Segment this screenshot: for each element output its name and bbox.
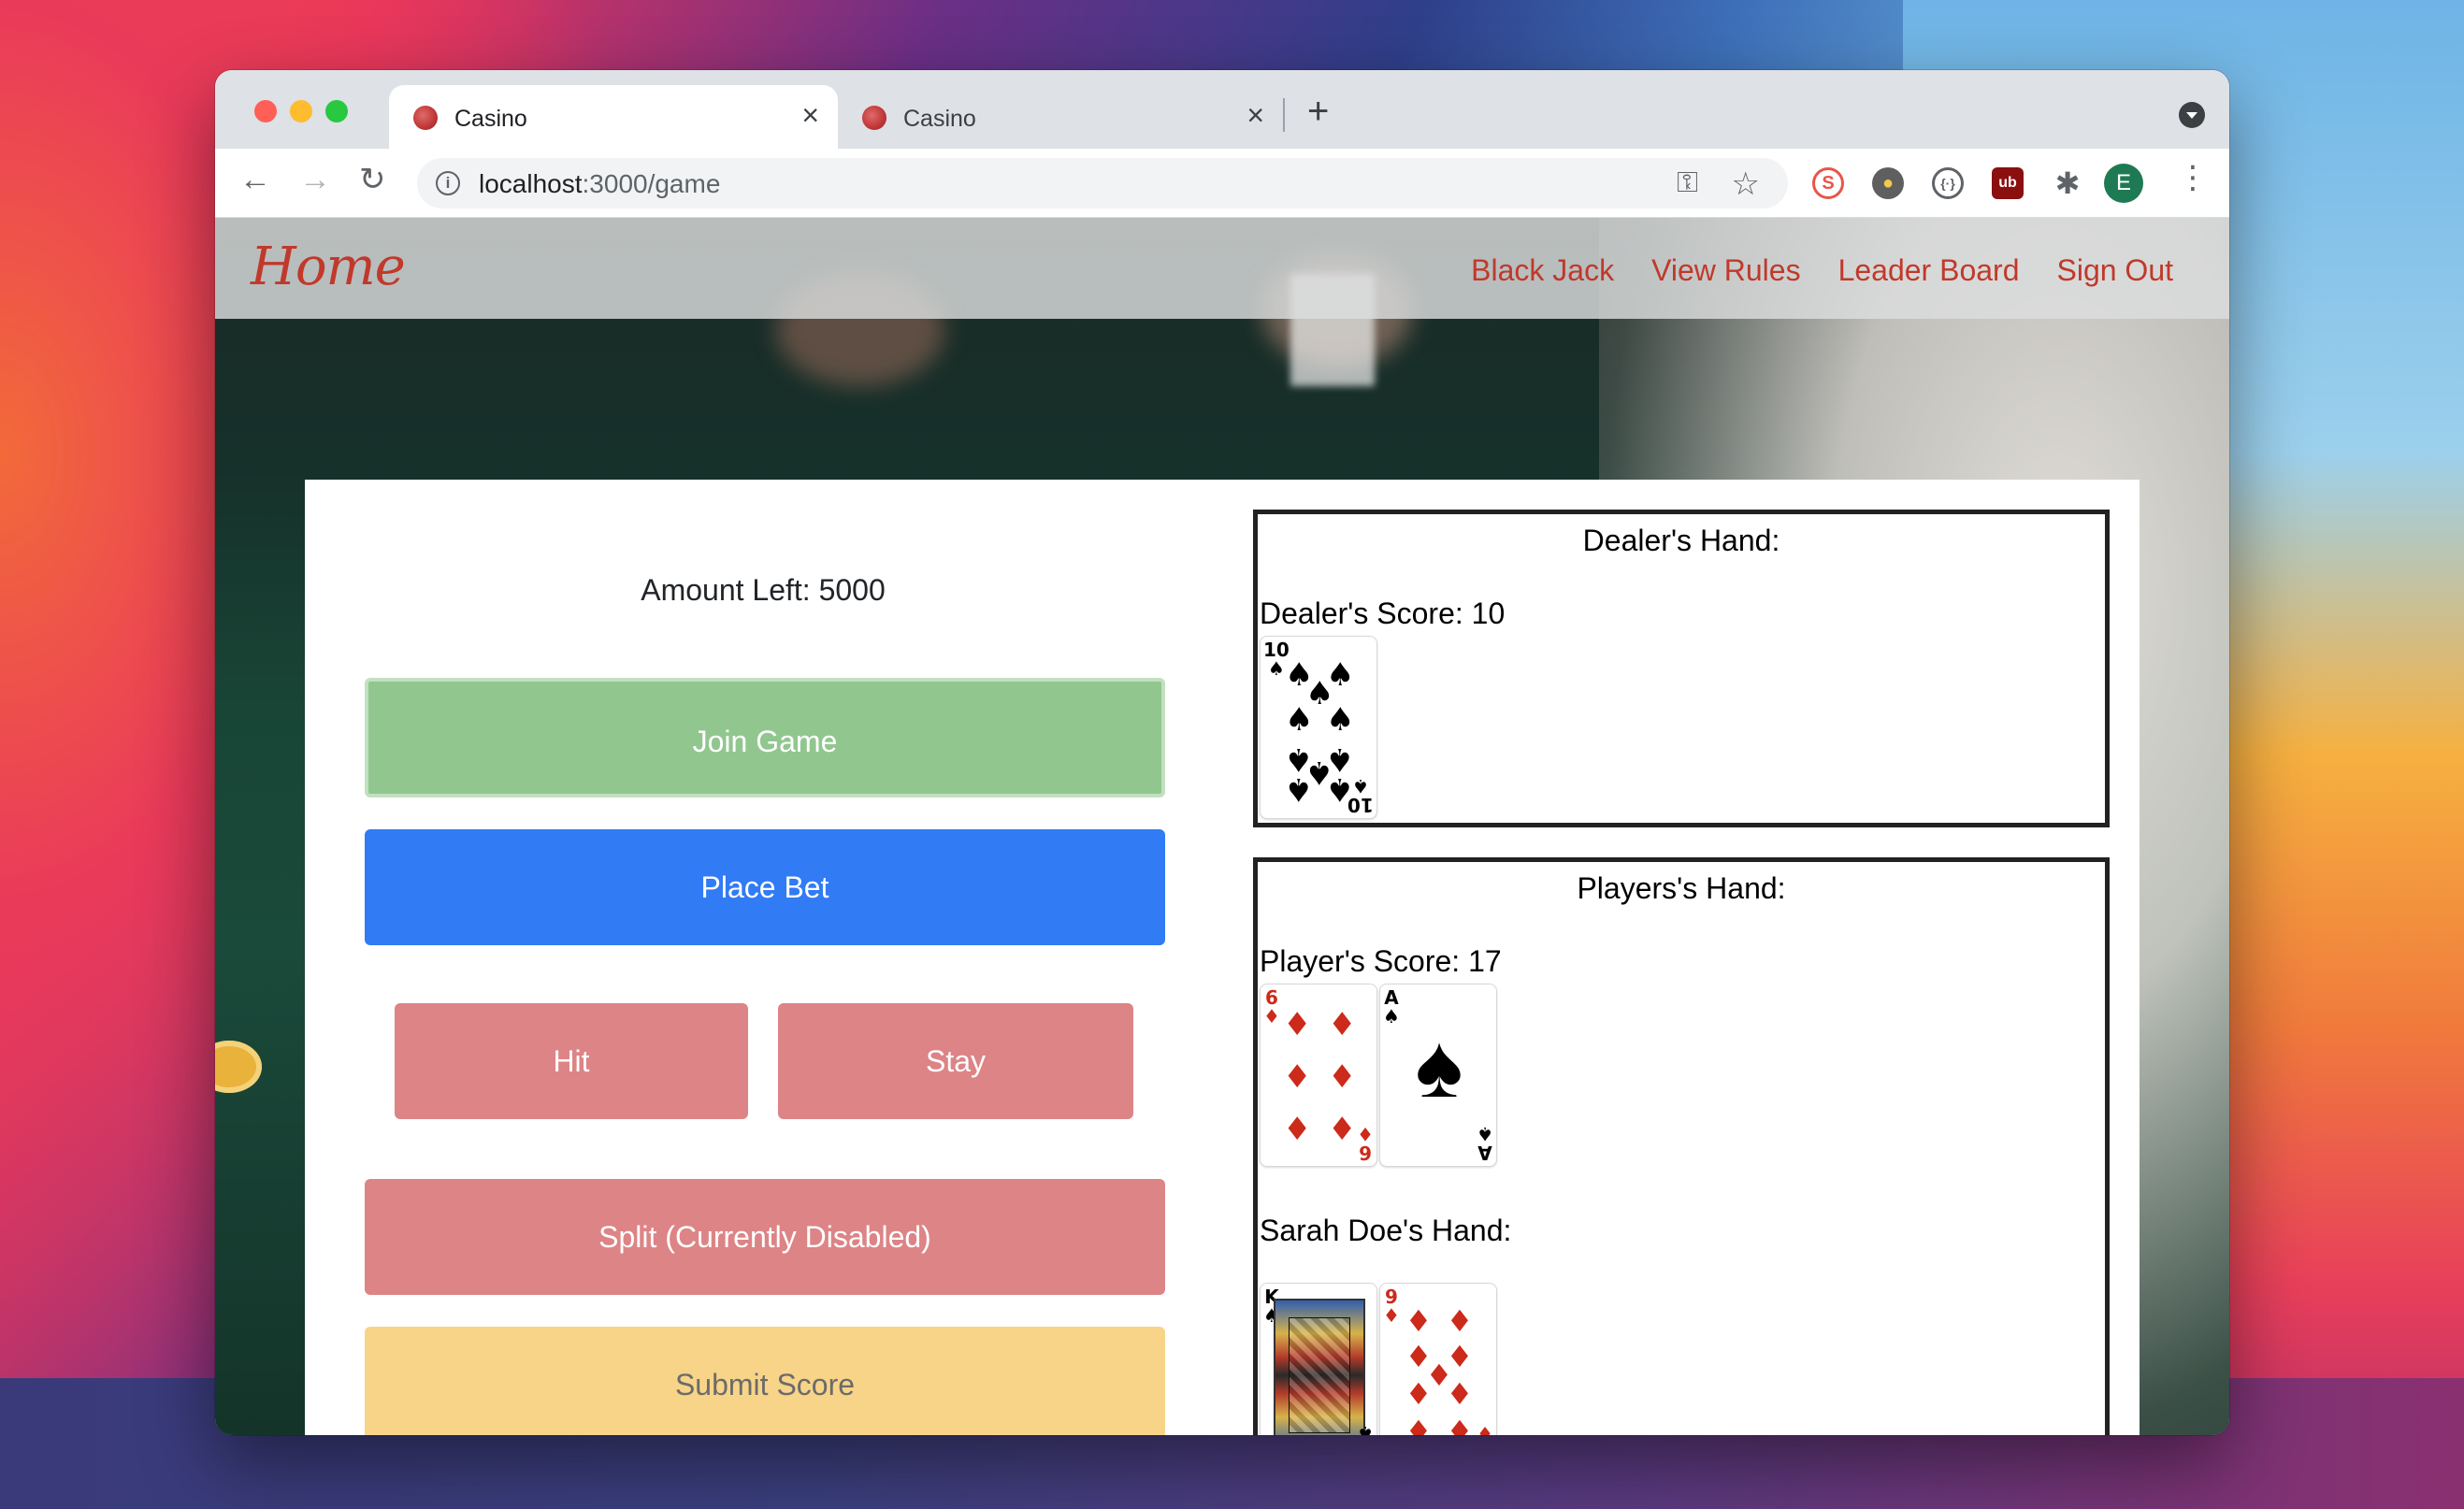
reload-icon[interactable]: ↻ [359, 164, 386, 195]
split-button[interactable]: Split (Currently Disabled) [365, 1179, 1165, 1295]
ace-spade-pip: ♠ [1415, 1016, 1463, 1116]
card-rank: 6 ♦ [1357, 1123, 1374, 1164]
nav-link-leader-board[interactable]: Leader Board [1838, 253, 2020, 288]
players-hand-title: Players's Hand: [1577, 871, 1786, 905]
king-face-art [1274, 1299, 1365, 1435]
playing-card-6-diamonds: 6 ♦ ♦ ♦ ♦ ♦ ♦ ♦ 6 ♦ [1260, 984, 1377, 1167]
nav-link-sign-out[interactable]: Sign Out [2056, 253, 2173, 288]
card-rank: A ♠ [1383, 986, 1400, 1028]
nav-links: Black Jack View Rules Leader Board Sign … [1471, 253, 2173, 288]
address-bar[interactable]: i localhost:3000/game ⚿ ☆ [417, 158, 1788, 208]
dealer-score: Dealer's Score: 10 [1260, 596, 1506, 630]
more-menu-icon[interactable]: ⋮ [2177, 162, 2209, 194]
zoom-window-button[interactable] [325, 100, 348, 122]
key-icon[interactable]: ⚿ [1677, 167, 1698, 199]
playing-card-9-diamonds: 9♦ ♦ ♦ ♦ ♦ ♦ ♦ ♦ ♦ ♦ 9♦ [1379, 1283, 1497, 1435]
join-game-button[interactable]: Join Game [365, 678, 1165, 798]
extension-icon[interactable]: S [1812, 167, 1844, 199]
players-hand-box: Players's Hand: Player's Score: 17 6 ♦ ♦ … [1253, 857, 2110, 1435]
new-tab-button[interactable]: + [1307, 93, 1329, 130]
game-panel: Amount Left: 5000 Join Game Place Bet Hi… [305, 480, 2140, 1435]
dealer-hand-title: Dealer's Hand: [1582, 524, 1780, 557]
forward-arrow-icon[interactable]: → [299, 164, 331, 195]
minimize-window-button[interactable] [290, 100, 312, 122]
site-navbar: Home Black Jack View Rules Leader Board … [215, 218, 2229, 319]
extensions-puzzle-icon[interactable]: ✱ [2052, 167, 2083, 199]
close-tab-icon[interactable]: × [1246, 100, 1264, 130]
extension-code-icon[interactable]: {·} [1932, 167, 1964, 199]
tab-separator [1283, 98, 1285, 132]
close-tab-icon[interactable]: × [801, 100, 819, 130]
extension-shield-icon[interactable]: ● [1872, 167, 1904, 199]
playing-card-king-spades: K♠ K♠ [1260, 1283, 1377, 1435]
casino-chip-icon [413, 106, 438, 130]
tab-strip: Casino × Casino × + [215, 70, 2229, 149]
hit-button[interactable]: Hit [395, 1003, 748, 1119]
card-rank: 9♦ [1477, 1422, 1493, 1435]
card-rank: K♠ [1357, 1422, 1374, 1435]
nav-link-black-jack[interactable]: Black Jack [1471, 253, 1614, 288]
player-score: Player's Score: 17 [1260, 944, 1502, 978]
profile-avatar[interactable]: E [2104, 164, 2143, 203]
tab-title: Casino [454, 106, 527, 132]
dealer-hand-box: Dealer's Hand: Dealer's Score: 10 10 ♠ ♠ … [1253, 510, 2110, 827]
site-info-icon[interactable]: i [436, 171, 460, 195]
url-text[interactable]: localhost:3000/game [479, 169, 720, 199]
nav-link-view-rules[interactable]: View Rules [1651, 253, 1800, 288]
close-window-button[interactable] [254, 100, 277, 122]
card-pips: ♦ ♦ ♦ ♦ ♦ ♦ ♦ ♦ ♦ [1405, 1303, 1474, 1435]
browser-window: Casino × Casino × + ← → ↻ i localhost:30… [215, 70, 2229, 1435]
tab-title: Casino [903, 106, 976, 132]
background-chip [215, 1041, 262, 1093]
ublock-icon[interactable]: ub [1992, 167, 2024, 199]
bookmark-star-icon[interactable]: ☆ [1732, 165, 1760, 203]
card-rank: 10 ♠ [1347, 775, 1374, 816]
submit-score-button[interactable]: Submit Score [365, 1327, 1165, 1435]
amount-left: Amount Left: 5000 [641, 573, 886, 607]
casino-chip-icon [862, 106, 886, 130]
browser-toolbar: ← → ↻ i localhost:3000/game ⚿ ☆ S ● {·} … [215, 149, 2229, 218]
page-viewport: Home Black Jack View Rules Leader Board … [215, 218, 2229, 1435]
stay-button[interactable]: Stay [778, 1003, 1133, 1119]
playing-card-ace-spades: A ♠ ♠ A ♠ [1379, 984, 1497, 1167]
tab-search-icon[interactable] [2179, 102, 2205, 128]
tab-casino-active[interactable]: Casino × [389, 85, 838, 149]
back-arrow-icon[interactable]: ← [239, 164, 271, 195]
home-link[interactable]: Home [251, 237, 406, 297]
other-player-hand-title: Sarah Doe's Hand: [1260, 1214, 1512, 1247]
place-bet-button[interactable]: Place Bet [365, 829, 1165, 945]
card-pips: ♦ ♦ ♦ ♦ ♦ ♦ [1283, 1006, 1357, 1148]
tab-casino[interactable]: Casino × [838, 85, 1283, 149]
card-rank: A ♠ [1477, 1123, 1493, 1164]
playing-card-10-spades: 10 ♠ ♠ ♠ ♠ ♠ ♠ ♠ ♠ ♠ ♠ ♠ 10 ♠ [1260, 636, 1377, 819]
